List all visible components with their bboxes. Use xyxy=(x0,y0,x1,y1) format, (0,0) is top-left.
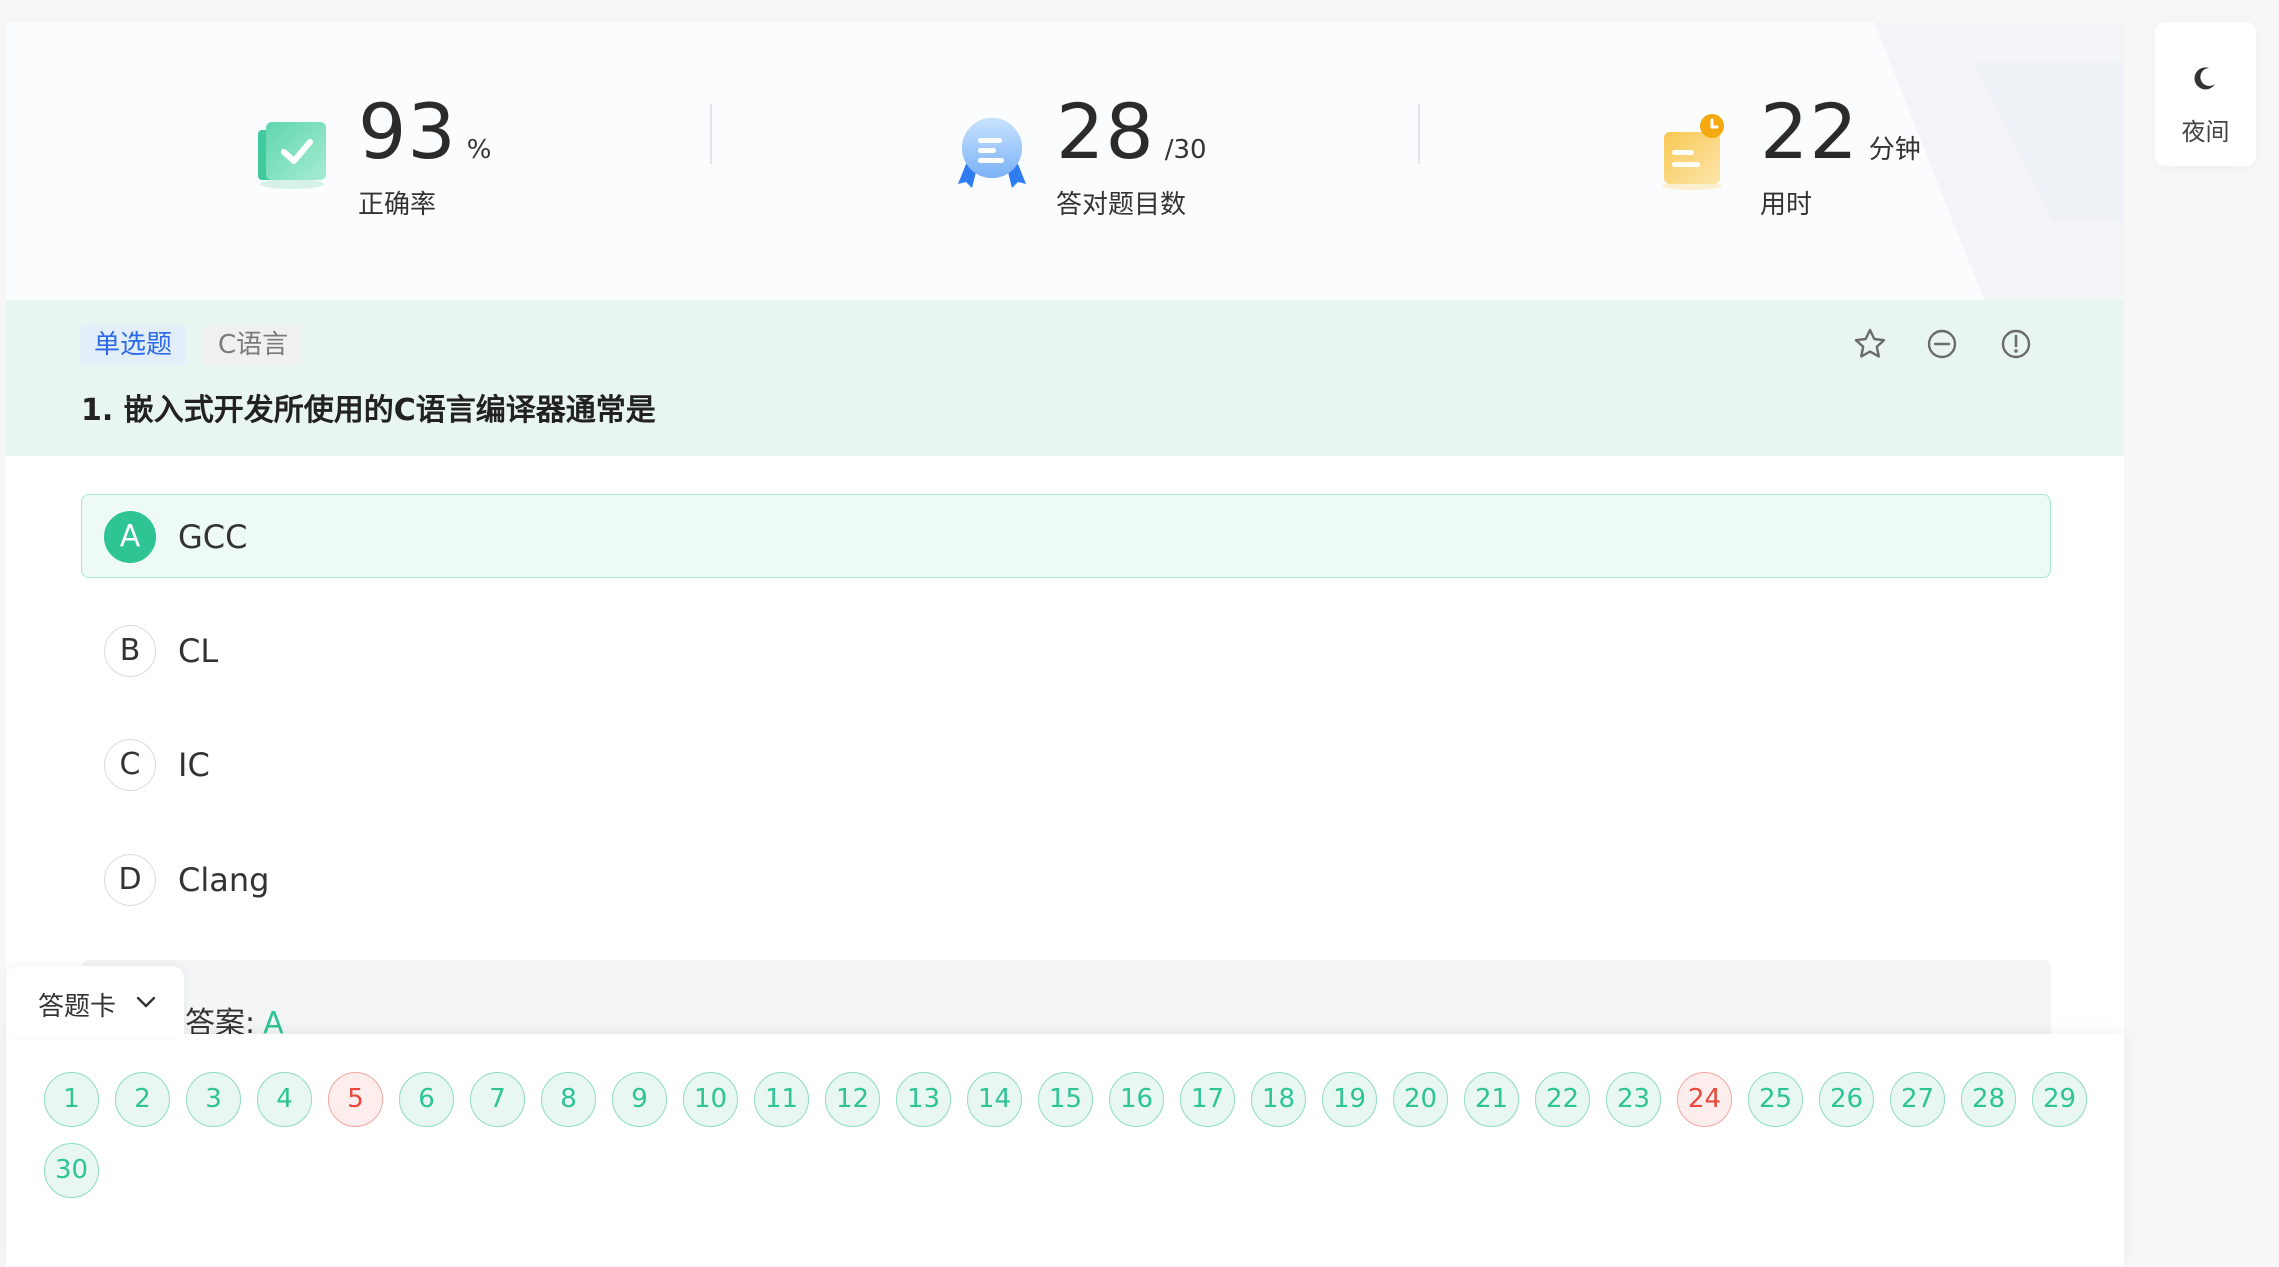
question-number-24[interactable]: 24 xyxy=(1677,1072,1732,1127)
time-used-label: 用时 xyxy=(1760,190,1813,220)
option-text: GCC xyxy=(178,518,248,556)
question-number-20[interactable]: 20 xyxy=(1393,1072,1448,1127)
option-text: CL xyxy=(178,632,219,670)
answer-card-toggle[interactable]: 答题卡 xyxy=(6,966,184,1038)
option-letter: A xyxy=(104,511,156,563)
clock-notebook-icon xyxy=(1662,114,1724,190)
night-mode-button[interactable]: 夜间 xyxy=(2155,22,2256,166)
question-number-grid: 1 2 3 4 5 6 7 8 9 10 11 12 13 14 15 16 17 18 19 20 21 22 23 24 2… xyxy=(44,1072,2104,1198)
option-letter: D xyxy=(104,854,156,906)
question-number-10[interactable]: 10 xyxy=(683,1072,738,1127)
stat-divider xyxy=(1418,104,1420,164)
question-number-6[interactable]: 6 xyxy=(399,1072,454,1127)
question-number-18[interactable]: 18 xyxy=(1251,1072,1306,1127)
correct-count-label: 答对题目数 xyxy=(1056,190,1187,220)
question-number-15[interactable]: 15 xyxy=(1038,1072,1093,1127)
question-number-19[interactable]: 19 xyxy=(1322,1072,1377,1127)
question-subject-tag: C语言 xyxy=(204,325,303,365)
option-letter: C xyxy=(104,739,156,791)
option-d[interactable]: D Clang xyxy=(81,837,2051,921)
award-ribbon-icon xyxy=(958,118,1026,188)
time-used-value: 22 分钟 xyxy=(1760,87,1921,176)
option-c[interactable]: C IC xyxy=(81,722,2051,806)
question-number-28[interactable]: 28 xyxy=(1961,1072,2016,1127)
time-used-unit: 分钟 xyxy=(1868,135,1921,165)
question-number-12[interactable]: 12 xyxy=(825,1072,880,1127)
question-number-22[interactable]: 22 xyxy=(1535,1072,1590,1127)
question-number-21[interactable]: 21 xyxy=(1464,1072,1519,1127)
accuracy-label: 正确率 xyxy=(358,190,437,220)
chevron-down-icon xyxy=(136,996,156,1008)
option-text: IC xyxy=(178,746,210,784)
alert-circle-icon[interactable] xyxy=(1998,326,2034,362)
question-number-8[interactable]: 8 xyxy=(541,1072,596,1127)
question-number-1[interactable]: 1 xyxy=(44,1072,99,1127)
stat-divider xyxy=(710,104,712,164)
star-icon[interactable] xyxy=(1852,326,1888,362)
question-number-27[interactable]: 27 xyxy=(1890,1072,1945,1127)
question-type-tag: 单选题 xyxy=(80,325,187,365)
stat-time-used: 22 分钟 用时 xyxy=(1656,72,1996,232)
question-number-25[interactable]: 25 xyxy=(1748,1072,1803,1127)
question-number-4[interactable]: 4 xyxy=(257,1072,312,1127)
option-b[interactable]: B CL xyxy=(81,608,2051,692)
question-number-2[interactable]: 2 xyxy=(115,1072,170,1127)
question-number-11[interactable]: 11 xyxy=(754,1072,809,1127)
option-a[interactable]: A GCC xyxy=(81,494,2051,578)
night-mode-label: 夜间 xyxy=(2181,118,2230,146)
question-title: 1. 嵌入式开发所使用的C语言编译器通常是 xyxy=(81,393,656,428)
minus-circle-icon[interactable] xyxy=(1924,326,1960,362)
question-number-23[interactable]: 23 xyxy=(1606,1072,1661,1127)
option-text: Clang xyxy=(178,861,270,899)
question-number-17[interactable]: 17 xyxy=(1180,1072,1235,1127)
question-number-13[interactable]: 13 xyxy=(896,1072,951,1127)
accuracy-unit: % xyxy=(466,135,492,165)
stat-correct-count: 28/30 答对题目数 xyxy=(952,72,1292,232)
question-number-26[interactable]: 26 xyxy=(1819,1072,1874,1127)
answer-card-panel: 1 2 3 4 5 6 7 8 9 10 11 12 13 14 15 16 17 18 19 20 21 22 23 24 2… xyxy=(6,1034,2124,1267)
question-number-29[interactable]: 29 xyxy=(2032,1072,2087,1127)
question-number-9[interactable]: 9 xyxy=(612,1072,667,1127)
moon-icon xyxy=(2194,67,2215,90)
question-number-3[interactable]: 3 xyxy=(186,1072,241,1127)
question-number-14[interactable]: 14 xyxy=(967,1072,1022,1127)
accuracy-value: 93% xyxy=(358,87,492,176)
question-number-5[interactable]: 5 xyxy=(328,1072,383,1127)
question-number-30[interactable]: 30 xyxy=(44,1143,99,1198)
checkbook-icon xyxy=(258,122,326,189)
correct-count-total: /30 xyxy=(1164,135,1207,165)
option-letter: B xyxy=(104,625,156,677)
question-number-16[interactable]: 16 xyxy=(1109,1072,1164,1127)
correct-count-value: 28/30 xyxy=(1056,87,1207,176)
question-header: 单选题 C语言 1. 嵌入式开发所使用的C语言编译器通常是 xyxy=(6,300,2124,456)
answer-card-label: 答题卡 xyxy=(38,992,117,1022)
stats-header: 93% 正确率 28/30 答对题目数 22 分钟 用时 xyxy=(6,22,2124,300)
stat-accuracy: 93% 正确率 xyxy=(254,72,574,232)
question-number-7[interactable]: 7 xyxy=(470,1072,525,1127)
